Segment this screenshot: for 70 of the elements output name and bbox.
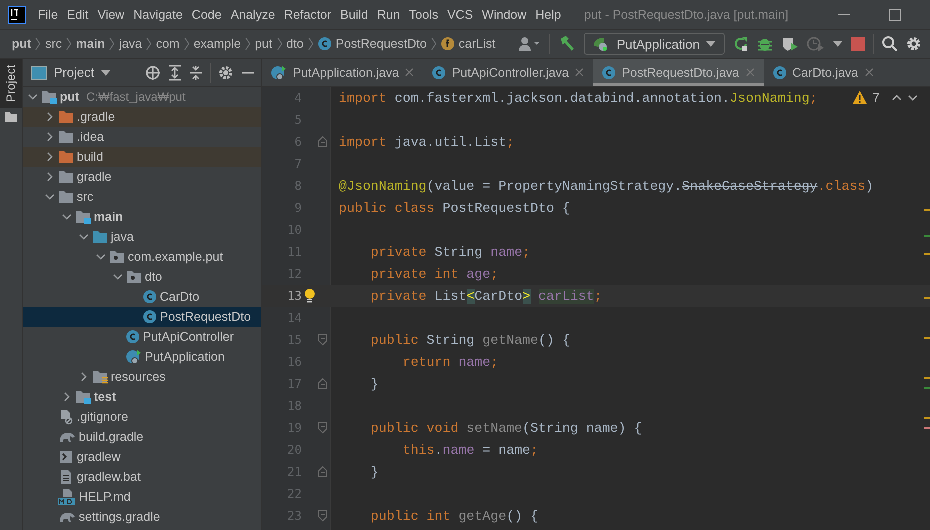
code-line: import java.util.List; <box>339 134 515 150</box>
breadcrumb[interactable]: put <box>255 37 272 51</box>
menu-item[interactable]: Code <box>192 8 222 22</box>
menu-item[interactable]: File <box>38 8 58 22</box>
code-line: public String getName() { <box>370 332 570 348</box>
menu-item[interactable]: View <box>98 8 125 22</box>
breadcrumb[interactable]: main <box>76 37 106 51</box>
editor-tab[interactable]: CarDto.java <box>764 59 882 86</box>
code-line: } <box>370 376 379 392</box>
breadcrumb[interactable]: put <box>12 37 32 51</box>
code-line: private int age; <box>370 266 499 282</box>
code-line: } <box>370 464 379 480</box>
breadcrumb[interactable]: com <box>156 37 180 51</box>
tree-item[interactable]: gradle <box>40 167 261 187</box>
tree-item[interactable]: put C:₩fast_java₩put <box>23 87 261 107</box>
tree-item[interactable]: com.example.put <box>91 247 261 267</box>
tree-item[interactable]: gradlew.bat <box>40 467 261 487</box>
code-line: import com.fasterxml.jackson.databind.annotation.JsonNaming; <box>339 90 818 106</box>
editor-tab[interactable]: PutApiController.java <box>423 59 594 86</box>
tree-item[interactable]: PutApplication <box>108 347 261 367</box>
code-line: public int getAge() { <box>370 508 539 524</box>
tree-item[interactable]: main <box>57 207 261 227</box>
editor-tab[interactable]: PostRequestDto.java <box>593 59 764 86</box>
code-line: return name; <box>402 354 499 370</box>
breadcrumb[interactable]: java <box>119 37 142 51</box>
menu-item[interactable]: Build <box>340 8 368 22</box>
breadcrumb[interactable]: src <box>45 37 62 51</box>
menu-item[interactable]: Tools <box>409 8 438 22</box>
tree-item[interactable]: PostRequestDto <box>23 307 261 327</box>
warning-count[interactable]: 7 <box>872 90 880 105</box>
code-line: private List<CarDto> carList; <box>370 288 602 304</box>
tree-item[interactable]: PutApiController <box>108 327 261 347</box>
menu-item[interactable]: Window <box>482 8 527 22</box>
code-line: private String name; <box>370 244 531 260</box>
tree-item[interactable]: build.gradle <box>40 427 261 447</box>
tree-item[interactable]: .gitignore <box>40 407 261 427</box>
menu-item[interactable]: Run <box>377 8 400 22</box>
menu-item[interactable]: Edit <box>67 8 89 22</box>
panel-title[interactable]: Project <box>54 65 94 80</box>
breadcrumb[interactable]: PostRequestDto <box>336 37 427 51</box>
tree-item[interactable]: HELP.md <box>40 487 261 507</box>
tree-item[interactable]: CarDto <box>125 287 261 307</box>
tree-item[interactable]: dto <box>108 267 261 287</box>
code-line: public void setName(String name) { <box>370 420 642 436</box>
breadcrumb[interactable]: example <box>194 37 242 51</box>
tree-item[interactable]: src <box>40 187 261 207</box>
tree-item[interactable]: gradlew <box>40 447 261 467</box>
tree-item[interactable]: .gradle <box>23 107 261 127</box>
tree-item[interactable]: settings.gradle <box>40 507 261 527</box>
tree-item[interactable]: build <box>23 147 261 167</box>
line-number: 13 <box>286 288 302 305</box>
menu-item[interactable]: Analyze <box>230 8 276 22</box>
menu-item[interactable]: VCS <box>447 8 474 22</box>
code-line: @JsonNaming(value = PropertyNamingStrategy.SnakeCaseStrategy.class) <box>339 178 874 194</box>
tree-item[interactable]: .idea <box>40 127 261 147</box>
tree-item[interactable]: java <box>74 227 261 247</box>
menu-item[interactable]: Help <box>536 8 562 22</box>
menu-item[interactable]: Navigate <box>134 8 183 22</box>
breadcrumb[interactable]: carList <box>458 37 496 51</box>
window-title: put - PostRequestDto.java [put.main] <box>584 8 790 22</box>
editor-tab[interactable]: PutApplication.java <box>262 59 424 86</box>
tree-item[interactable]: test <box>57 387 261 407</box>
run-configuration-dropdown[interactable]: PutApplication <box>584 33 725 55</box>
breadcrumb[interactable]: dto <box>286 37 304 51</box>
tool-window-button[interactable]: Project <box>0 59 22 108</box>
code-line: this.name = name; <box>402 442 539 458</box>
code-line: public class PostRequestDto { <box>339 200 570 216</box>
menu-item[interactable]: Refactor <box>284 8 332 22</box>
project-path: C:₩fast_java₩put <box>86 90 186 104</box>
tree-item[interactable]: resources <box>74 367 261 387</box>
